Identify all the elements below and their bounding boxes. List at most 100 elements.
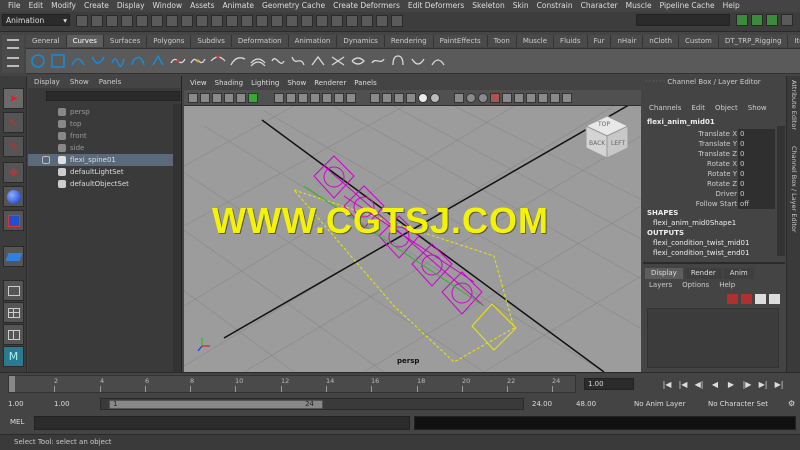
menu-pipeline-cache[interactable]: Pipeline Cache [656, 0, 719, 12]
range-inner-start-field[interactable]: 1.00 [54, 398, 94, 410]
use-all-lights-icon[interactable] [418, 93, 428, 103]
channel-row[interactable]: Rotate X0 [647, 159, 775, 169]
channel-value[interactable]: 0 [738, 179, 775, 189]
move-tool-button[interactable]: ✥ [3, 162, 24, 183]
step-forward-key-button[interactable]: ▶| [756, 377, 770, 391]
snap-plane-icon[interactable] [331, 15, 343, 27]
menu-set-dropdown[interactable]: Animation ▾ [2, 14, 70, 26]
circle-curve-icon[interactable] [30, 53, 46, 69]
range-end-field[interactable]: 48.00 [576, 398, 616, 410]
shelf-tab-curves[interactable]: Curves [66, 35, 104, 47]
range-inner-end-field[interactable]: 24.00 [532, 398, 572, 410]
layer-list[interactable] [647, 308, 779, 368]
grease-pencil-icon[interactable] [248, 93, 258, 103]
mask-misc-icon[interactable] [271, 15, 283, 27]
channel-value[interactable]: off [738, 199, 775, 209]
outliner-item[interactable]: front [28, 130, 180, 142]
fillet-curve-icon[interactable] [310, 53, 326, 69]
outliner-item[interactable]: top [28, 118, 180, 130]
go-to-start-button[interactable]: |◀ [660, 377, 674, 391]
safe-action-icon[interactable] [334, 93, 344, 103]
lasso-tool-button[interactable]: ↖ [3, 112, 24, 133]
play-forward-button[interactable]: ▶ [724, 377, 738, 391]
textured-icon[interactable] [406, 93, 416, 103]
move-layer-down-icon[interactable] [769, 294, 780, 304]
open-curve-icon[interactable] [410, 53, 426, 69]
depth-of-field-icon[interactable] [550, 93, 560, 103]
menu-character[interactable]: Character [577, 0, 622, 12]
current-time-marker[interactable] [9, 376, 15, 392]
shelf-tab-fur[interactable]: Fur [587, 35, 612, 47]
viewcube[interactable]: TOP BACK LEFT [584, 114, 630, 160]
ipr-render-icon[interactable] [376, 15, 388, 27]
extend-curve-icon[interactable] [230, 53, 246, 69]
shelf-tab-deformation[interactable]: Deformation [231, 35, 289, 47]
smooth-shade-icon[interactable] [382, 93, 392, 103]
channel-value[interactable]: 0 [738, 149, 775, 159]
layer-menu-layers[interactable]: Layers [649, 281, 672, 291]
menu-modify[interactable]: Modify [47, 0, 80, 12]
shelf-tab-polygons[interactable]: Polygons [147, 35, 192, 47]
snap-curve-icon[interactable] [301, 15, 313, 27]
xray-components-icon[interactable] [478, 93, 488, 103]
menu-window[interactable]: Window [149, 0, 187, 12]
gate-mask-icon[interactable] [310, 93, 320, 103]
motion-blur-icon[interactable] [526, 93, 536, 103]
menu-file[interactable]: File [4, 0, 25, 12]
select-object-icon[interactable] [136, 15, 148, 27]
current-frame-field[interactable]: 1.00 [584, 378, 634, 390]
move-layer-up-icon[interactable] [755, 294, 766, 304]
offset-curve-icon[interactable] [250, 53, 266, 69]
channel-row[interactable]: Driver 0 [647, 189, 775, 199]
new-layer-selected-icon[interactable] [741, 294, 752, 304]
select-camera-icon[interactable] [188, 93, 198, 103]
four-pane-layout-button[interactable] [3, 302, 24, 323]
viewport-menu-panels[interactable]: Panels [354, 76, 377, 90]
field-chart-icon[interactable] [322, 93, 332, 103]
command-language-label[interactable]: MEL [10, 418, 24, 426]
channel-value[interactable]: 0 [738, 129, 775, 139]
outliner-layout-button[interactable]: M [3, 346, 24, 367]
mask-joint-icon[interactable] [181, 15, 193, 27]
output-item[interactable]: flexi_condition_twist_mid01 [653, 239, 749, 247]
channel-box-tab[interactable]: Channel Box / Layer Editor [790, 146, 798, 233]
resolution-gate-icon[interactable] [298, 93, 308, 103]
wireframe-on-shaded-icon[interactable] [394, 93, 404, 103]
attach-curves-icon[interactable] [170, 53, 186, 69]
shadows-icon[interactable] [430, 93, 440, 103]
open-scene-icon[interactable] [91, 15, 103, 27]
ep-curve-icon[interactable] [90, 53, 106, 69]
render-settings-icon[interactable] [391, 15, 403, 27]
camera-attributes-icon[interactable] [200, 93, 210, 103]
snap-point-icon[interactable] [316, 15, 328, 27]
shelf-tab-muscle[interactable]: Muscle [516, 35, 555, 47]
channel-object-name[interactable]: flexi_anim_mid01 [647, 118, 715, 126]
shelf-tab-menu-icon[interactable] [7, 57, 19, 67]
perspective-viewport[interactable]: View Shading Lighting Show Renderer Pane… [184, 76, 641, 372]
outliner-item[interactable]: flexi_spine01 [28, 154, 180, 166]
safe-title-icon[interactable] [346, 93, 356, 103]
range-handle[interactable]: 1 24 [109, 400, 323, 409]
command-input[interactable] [34, 416, 410, 430]
shelf-tab-general[interactable]: General [26, 35, 67, 47]
select-component-icon[interactable] [151, 15, 163, 27]
outliner-item[interactable]: persp [28, 106, 180, 118]
menu-constrain[interactable]: Constrain [533, 0, 577, 12]
channel-row[interactable]: Translate X0 [647, 129, 775, 139]
outliner-menu-show[interactable]: Show [70, 76, 89, 88]
rebuild-curve-icon[interactable] [290, 53, 306, 69]
reverse-curve-icon[interactable] [270, 53, 286, 69]
menu-help[interactable]: Help [719, 0, 744, 12]
mask-curve-icon[interactable] [196, 15, 208, 27]
anim-layer-dropdown[interactable]: No Anim Layer [620, 398, 700, 410]
pencil-curve-icon[interactable] [110, 53, 126, 69]
range-bar[interactable]: 1 24 [100, 398, 524, 410]
timeline-track[interactable]: 2 4 6 8 10 12 14 16 18 20 22 24 [8, 375, 576, 393]
viewport-menu-renderer[interactable]: Renderer [314, 76, 346, 90]
channel-menu-channels[interactable]: Channels [649, 104, 681, 114]
channel-value[interactable]: 0 [738, 189, 775, 199]
image-plane-icon[interactable] [224, 93, 234, 103]
channel-row[interactable]: Translate Z0 [647, 149, 775, 159]
channel-row[interactable]: Translate Y0 [647, 139, 775, 149]
smooth-curve-icon[interactable] [370, 53, 386, 69]
